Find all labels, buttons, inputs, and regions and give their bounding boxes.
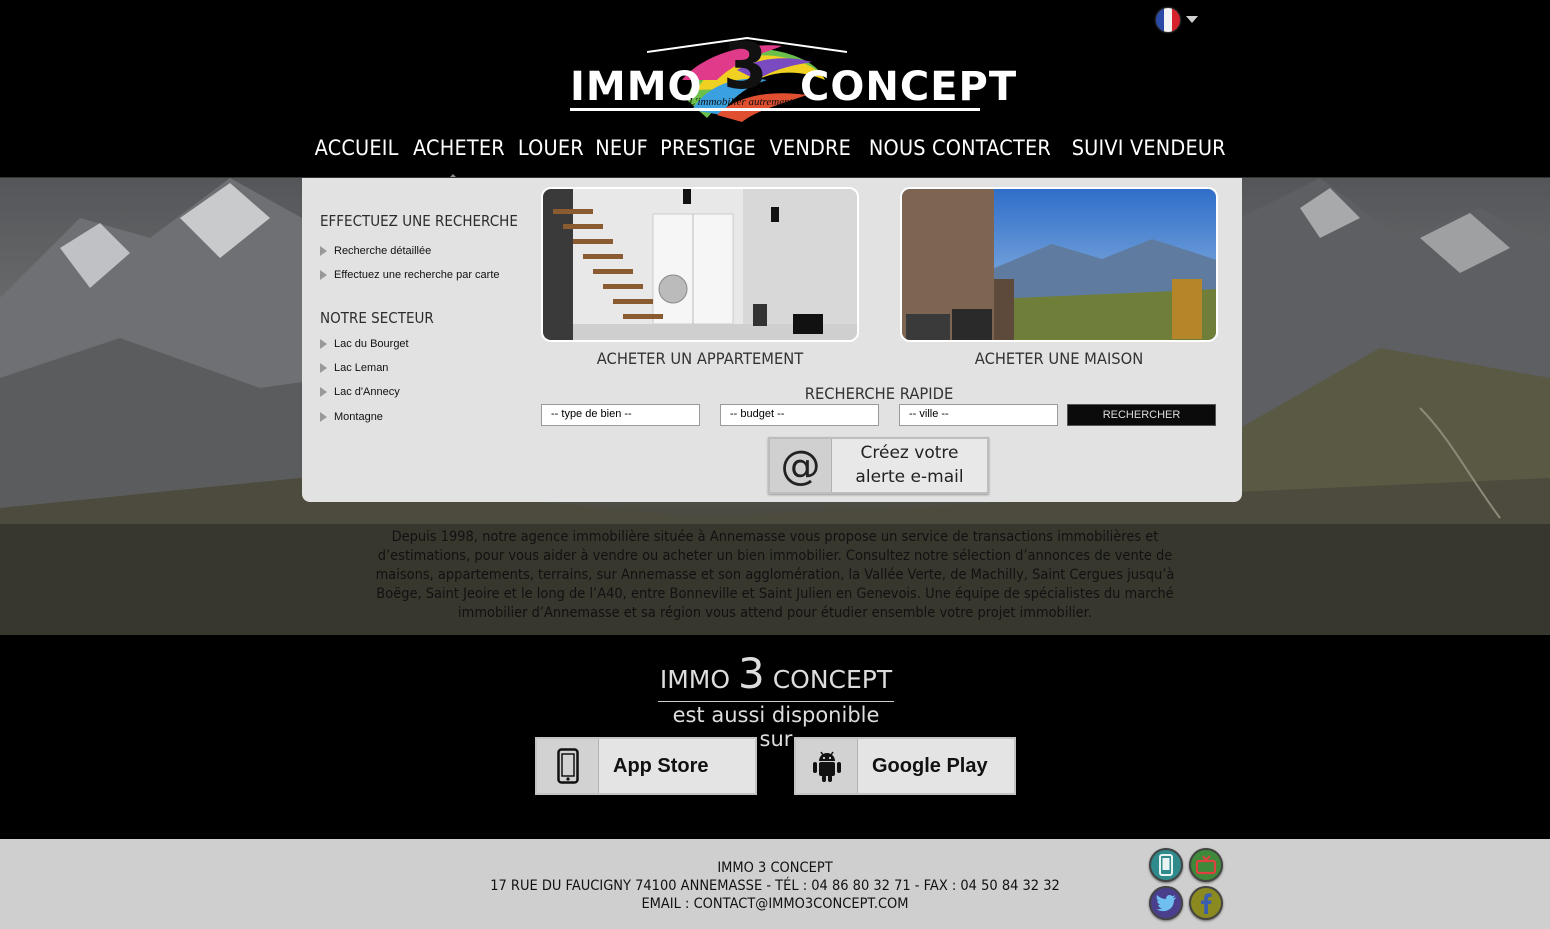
mobile-icon[interactable]: [1149, 848, 1183, 882]
email-alert-button[interactable]: @ Créez votre alerte e-mail: [768, 437, 989, 494]
footer-contact: IMMO 3 CONCEPT 17 RUE DU FAUCIGNY 74100 …: [403, 859, 1147, 913]
twitter-icon[interactable]: [1149, 886, 1183, 920]
apartment-caption[interactable]: ACHETER UN APPARTEMENT: [554, 349, 847, 368]
logo-number: 3: [723, 30, 768, 104]
footer-address: 17 RUE DU FAUCIGNY 74100 ANNEMASSE - TÉL…: [490, 878, 1060, 894]
app-store-button[interactable]: App Store: [535, 737, 757, 795]
logo-tagline: L'immobilier autrement: [689, 96, 793, 108]
google-play-button[interactable]: Google Play: [794, 737, 1016, 795]
nav-prestige[interactable]: PRESTIGE: [660, 136, 756, 166]
sector-heading: NOTRE SECTEUR: [320, 309, 434, 327]
apps-brand-word1: IMMO: [659, 665, 731, 694]
nav-nous-contacter[interactable]: NOUS CONTACTER: [869, 136, 1051, 166]
logo-word-immo: IMMO: [570, 64, 703, 110]
link-lac-leman[interactable]: Lac Leman: [320, 362, 388, 374]
house-photo[interactable]: [900, 187, 1218, 342]
apps-brand-number: 3: [738, 649, 765, 698]
link-lac-annecy[interactable]: Lac d'Annecy: [320, 386, 400, 398]
ville-select[interactable]: -- ville --: [899, 404, 1058, 426]
link-recherche-carte[interactable]: Effectuez une recherche par carte: [320, 269, 500, 281]
rechercher-button[interactable]: RECHERCHER: [1067, 404, 1216, 426]
nav-louer[interactable]: LOUER: [518, 136, 584, 166]
france-flag-icon: [1156, 8, 1180, 32]
house-caption[interactable]: ACHETER UNE MAISON: [913, 349, 1206, 368]
nav-acheter[interactable]: ACHETER: [413, 136, 505, 166]
main-nav: ACCUEIL ACHETER LOUER NEUF PRESTIGE VEND…: [300, 136, 1245, 166]
google-play-label: Google Play: [872, 755, 988, 777]
site-logo[interactable]: IMMO 3 CONCEPT L'immobilier autrement: [565, 30, 1016, 124]
at-sign-icon: @: [770, 439, 832, 492]
footer-company: IMMO 3 CONCEPT: [717, 860, 833, 876]
link-lac-du-bourget[interactable]: Lac du Bourget: [320, 338, 409, 350]
chevron-down-icon: [1186, 15, 1198, 23]
app-store-label: App Store: [613, 755, 709, 777]
type-de-bien-select[interactable]: -- type de bien --: [541, 404, 700, 426]
nav-suivi-vendeur[interactable]: SUIVI VENDEUR: [1072, 136, 1226, 166]
apartment-interior-image: [543, 189, 857, 340]
quick-search-title: RECHERCHE RAPIDE: [804, 384, 954, 403]
language-selector[interactable]: [1156, 8, 1198, 32]
apps-section: IMMO 3 CONCEPT est aussi disponible sur …: [0, 635, 1550, 839]
link-montagne[interactable]: Montagne: [320, 411, 383, 423]
intro-text: Depuis 1998, notre agence immobilière si…: [375, 529, 1175, 621]
logo-word-concept: CONCEPT: [800, 64, 1018, 110]
house-mountain-image: [902, 189, 1216, 340]
nav-neuf[interactable]: NEUF: [595, 136, 648, 166]
search-heading: EFFECTUEZ UNE RECHERCHE: [320, 212, 518, 230]
apps-brand-word2: CONCEPT: [772, 665, 893, 694]
arrow-right-icon: [320, 412, 327, 422]
facebook-icon[interactable]: [1189, 886, 1223, 920]
alert-line-2: alerte e-mail: [855, 467, 964, 487]
arrow-right-icon: [320, 339, 327, 349]
apps-brand: IMMO 3 CONCEPT est aussi disponible sur: [658, 649, 894, 751]
arrow-right-icon: [320, 363, 327, 373]
smartphone-icon: [537, 739, 599, 793]
arrow-right-icon: [320, 270, 327, 280]
arrow-right-icon: [320, 246, 327, 256]
logo-underline: [570, 108, 980, 111]
footer-email[interactable]: EMAIL : CONTACT@IMMO3CONCEPT.COM: [403, 895, 1147, 913]
budget-select[interactable]: -- budget --: [720, 404, 879, 426]
link-recherche-detaillee[interactable]: Recherche détaillée: [320, 245, 431, 257]
apartment-photo[interactable]: [541, 187, 859, 342]
arrow-right-icon: [320, 387, 327, 397]
site-footer: IMMO 3 CONCEPT 17 RUE DU FAUCIGNY 74100 …: [0, 839, 1550, 929]
tv-icon[interactable]: [1189, 848, 1223, 882]
android-icon: [796, 739, 858, 793]
site-header: IMMO 3 CONCEPT L'immobilier autrement AC…: [0, 0, 1550, 180]
nav-vendre[interactable]: VENDRE: [770, 136, 851, 166]
alert-line-1: Créez votre: [860, 443, 959, 463]
nav-accueil[interactable]: ACCUEIL: [315, 136, 399, 166]
acheter-dropdown-panel: EFFECTUEZ UNE RECHERCHE Recherche détail…: [302, 178, 1242, 502]
